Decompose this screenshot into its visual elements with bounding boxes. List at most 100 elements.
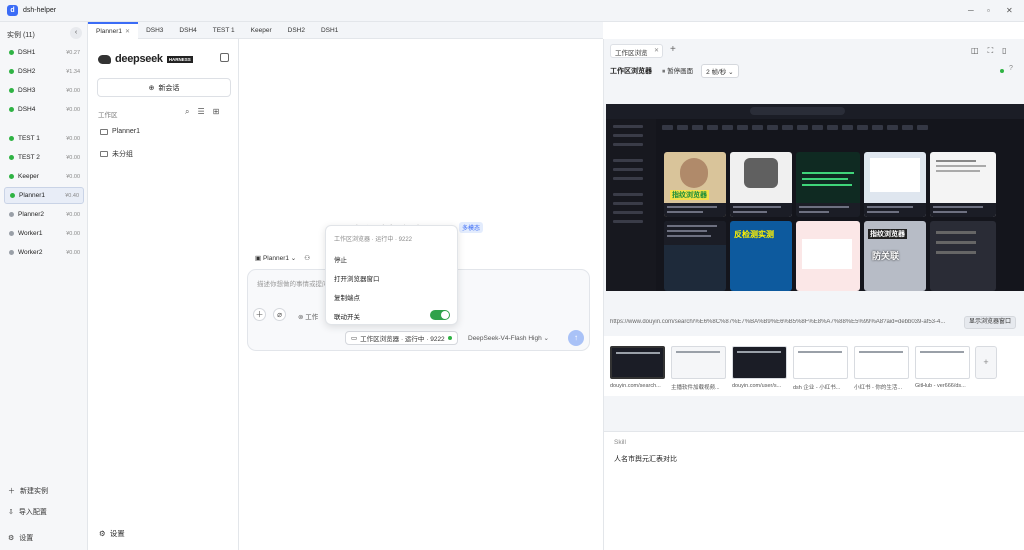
attach-icon[interactable]: ⌀ <box>273 308 286 321</box>
current-url[interactable]: https://www.douyin.com/search/%E6%8C%87%… <box>610 319 955 325</box>
instance-tab[interactable]: DSH2 <box>280 22 313 39</box>
sidebar-settings-button[interactable]: ⚙ 设置 <box>8 533 33 543</box>
tab-thumbnail[interactable] <box>671 346 726 379</box>
instance-name: TEST 1 <box>18 135 40 142</box>
search-icon[interactable]: ⌕ <box>185 107 189 117</box>
browser-panel: 工作区浏览 ✕ + ◫ ⛶ ▯ 工作区浏览器 ⏸ 暂停画面 2 帧/秒 ⌄ ? … <box>603 39 1024 550</box>
chat-input[interactable]: 描述你想做的事情或提问... <box>257 278 334 288</box>
import-config-button[interactable]: ⇩ 导入配置 <box>8 507 47 517</box>
send-button[interactable]: ↑ <box>568 330 584 346</box>
browser-status-chip[interactable]: ▭ 工作区浏览器 · 运行中 · 9222 <box>345 331 458 345</box>
instance-item[interactable]: Worker1 ¥0.00 <box>4 225 84 242</box>
frame-rate-select[interactable]: 2 帧/秒 ⌄ <box>701 63 739 78</box>
stop-menu-item[interactable]: 停止 <box>334 254 347 264</box>
skill-section: Skill 人名市舆元汇表对比 <box>604 431 1024 550</box>
status-dot <box>1000 69 1004 73</box>
panel-settings-button[interactable]: ⚙ 设置 <box>99 528 125 539</box>
site-header <box>606 104 1024 119</box>
thumbnail-preview <box>920 351 964 353</box>
video-card <box>930 152 996 217</box>
pause-label: 暂停画面 <box>667 68 694 75</box>
maximize-icon[interactable]: ▫ <box>987 6 990 15</box>
new-tab-icon[interactable]: + <box>670 44 676 55</box>
link-toggle-switch[interactable] <box>430 310 450 320</box>
tab-thumbnail[interactable] <box>732 346 787 379</box>
tab-label: Planner1 <box>96 28 123 35</box>
new-folder-icon[interactable]: ⊞ <box>213 107 220 117</box>
tab-thumbnail[interactable] <box>854 346 909 379</box>
instance-item[interactable]: DSH2 ¥1.34 <box>4 63 84 80</box>
close-icon[interactable]: ✕ <box>1006 6 1013 15</box>
instance-name: Worker2 <box>18 249 43 256</box>
instance-tab[interactable]: Planner1 ✕ <box>88 22 139 39</box>
instance-name: DSH2 <box>18 68 36 75</box>
new-instance-button[interactable]: ＋ 新建实例 <box>8 486 48 496</box>
instance-item[interactable]: DSH1 ¥0.27 <box>4 44 84 61</box>
add-button[interactable]: ＋ <box>253 308 266 321</box>
fullscreen-icon[interactable]: ⛶ <box>988 46 994 56</box>
robot-icon[interactable]: ⚇ <box>304 254 310 262</box>
video-card: 指纹浏览器 防关联 <box>864 221 926 291</box>
panel-settings-label: 设置 <box>109 529 125 538</box>
status-dot <box>9 231 14 236</box>
instance-tab[interactable]: TEST 1 <box>205 22 243 39</box>
new-chat-label: 新会话 <box>158 84 180 92</box>
close-tab-icon[interactable]: ✕ <box>125 28 130 35</box>
status-dot <box>9 107 14 112</box>
add-thumbnail-button[interactable]: + <box>975 346 997 379</box>
close-tab-icon[interactable]: ✕ <box>654 47 659 54</box>
instance-item[interactable]: DSH3 ¥0.00 <box>4 82 84 99</box>
open-window-menu-item[interactable]: 打开浏览器窗口 <box>334 273 380 283</box>
thumbnail-caption: 小红书 - 你的生活... <box>854 385 902 391</box>
filter-icon[interactable]: ☰ <box>197 107 204 117</box>
instance-tab[interactable]: DSH3 <box>138 22 171 39</box>
tab-thumbnail[interactable] <box>793 346 848 379</box>
workspace-actions: ⌕ ☰ ⊞ <box>185 107 219 117</box>
chip-row: ▣ Planner1 ⌄ ⚇ <box>255 254 310 262</box>
video-card <box>730 152 792 217</box>
video-card <box>796 221 860 291</box>
instance-tabs: Planner1 ✕ DSH3 DSH4 TEST 1 Keeper DSH2 DSH1 <box>88 22 603 39</box>
live-browser-screen[interactable]: 指纹浏览器 反检测实测 指纹浏览器 防关联 <box>606 104 1024 291</box>
instance-item[interactable]: Keeper ¥0.00 <box>4 168 84 185</box>
folder-ungrouped[interactable]: 未分组 <box>100 149 133 159</box>
instance-tab[interactable]: DSH4 <box>171 22 204 39</box>
video-card <box>864 152 926 217</box>
link-toggle-label: 联动开关 <box>334 314 360 321</box>
tab-thumbnail[interactable] <box>915 346 970 379</box>
instance-tab[interactable]: DSH1 <box>313 22 346 39</box>
show-window-button[interactable]: 显示浏览器窗口 <box>964 316 1017 329</box>
split-view-icon[interactable]: ◫ <box>971 46 979 56</box>
instance-item[interactable]: Planner2 ¥0.00 <box>4 206 84 223</box>
thumbnail-preview <box>737 351 781 353</box>
thumbnail-caption: GitHub - ver666/ds... <box>915 383 966 389</box>
instance-item[interactable]: Planner1 ¥0.40 <box>4 187 84 204</box>
new-chat-button[interactable]: ⊕ 新会话 <box>97 78 231 97</box>
overlay-text: 防关联 <box>872 251 900 261</box>
help-icon[interactable]: ? <box>1009 65 1013 72</box>
minimize-icon[interactable]: ─ <box>968 6 974 15</box>
toggle-panel-icon[interactable] <box>220 53 229 62</box>
instance-item[interactable]: DSH4 ¥0.00 <box>4 101 84 118</box>
instance-item[interactable]: TEST 2 ¥0.00 <box>4 149 84 166</box>
model-selector[interactable]: DeepSeek-V4-Flash High ⌄ <box>468 334 549 342</box>
gear-icon: ⚙ <box>99 529 106 538</box>
tab-thumbnail[interactable] <box>610 346 665 379</box>
instance-tab[interactable]: Keeper <box>243 22 280 39</box>
folder-planner1[interactable]: Planner1 <box>100 128 140 135</box>
sidebar-toggle-icon[interactable]: ▯ <box>1002 46 1006 56</box>
copy-endpoint-menu-item[interactable]: 复制端点 <box>334 292 360 302</box>
thumbnail-preview <box>798 351 842 353</box>
folder-label: 未分组 <box>112 151 133 158</box>
status-dot <box>9 174 14 179</box>
instance-item[interactable]: TEST 1 ¥0.00 <box>4 130 84 147</box>
browser-toolbar: 工作区浏览器 ⏸ 暂停画面 2 帧/秒 ⌄ ? <box>604 62 1024 79</box>
instance-cost: ¥0.00 <box>66 211 80 218</box>
collapse-sidebar-button[interactable]: ‹ <box>70 27 82 39</box>
pause-button[interactable]: ⏸ 暂停画面 <box>662 65 693 76</box>
workspace-chip[interactable]: ⊚ 工作 <box>298 311 318 321</box>
project-chip[interactable]: ▣ Planner1 ⌄ <box>255 254 296 262</box>
instance-item[interactable]: Worker2 ¥0.00 <box>4 244 84 261</box>
skill-text: 人名市舆元汇表对比 <box>614 456 677 463</box>
tab-label: TEST 1 <box>212 27 235 34</box>
